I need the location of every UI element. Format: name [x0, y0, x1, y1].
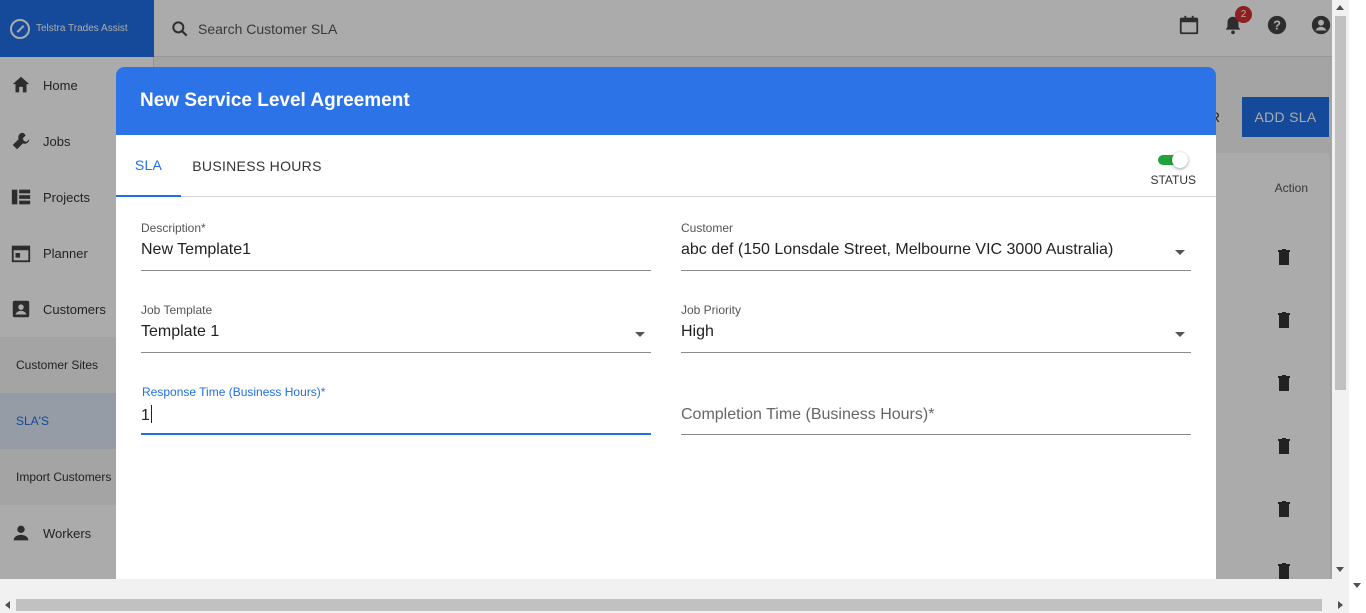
dialog-header: New Service Level Agreement	[116, 67, 1216, 135]
job-priority-select[interactable]: Job Priority High	[681, 303, 1191, 353]
app-root: Telstra Trades Assist Search Customer SL…	[0, 0, 1366, 613]
completion-time-field[interactable]: Completion Time (Business Hours)*	[681, 385, 1191, 435]
description-field[interactable]: Description* New Template1	[141, 221, 651, 271]
dropdown-arrow-icon[interactable]	[635, 332, 645, 337]
scroll-up-arrow-icon[interactable]	[1336, 5, 1344, 10]
completion-time-input[interactable]: Completion Time (Business Hours)*	[681, 406, 934, 424]
dropdown-arrow-icon[interactable]	[1175, 250, 1185, 255]
vertical-scroll-thumb[interactable]	[1335, 16, 1346, 390]
scroll-right-arrow-icon[interactable]	[1338, 601, 1343, 609]
page-scroll-down-arrow-icon[interactable]	[1353, 583, 1361, 588]
job-template-label: Job Template	[141, 303, 213, 317]
vertical-scrollbar[interactable]	[1332, 0, 1349, 599]
new-sla-dialog: New Service Level Agreement SLA BUSINESS…	[116, 67, 1216, 607]
status-toggle-thumb	[1172, 152, 1189, 168]
description-input[interactable]: New Template1	[141, 241, 251, 259]
description-label: Description*	[141, 221, 206, 235]
horizontal-scroll-thumb[interactable]	[16, 599, 1322, 611]
response-time-field[interactable]: Response Time (Business Hours)* 1	[141, 385, 651, 435]
response-time-value: 1	[141, 407, 150, 424]
dialog-title: New Service Level Agreement	[140, 90, 410, 111]
dialog-tabs: SLA BUSINESS HOURS STATUS	[116, 135, 1216, 197]
horizontal-scrollbar[interactable]	[0, 579, 1366, 613]
scroll-left-arrow-icon[interactable]	[5, 601, 10, 609]
job-template-value[interactable]: Template 1	[141, 323, 219, 341]
response-time-input[interactable]: 1	[141, 405, 152, 425]
status-toggle[interactable]	[1158, 152, 1189, 168]
customer-select[interactable]: Customer abc def (150 Lonsdale Street, M…	[681, 221, 1191, 271]
job-priority-value[interactable]: High	[681, 323, 714, 341]
text-cursor	[150, 405, 152, 423]
window-edge	[1349, 0, 1366, 613]
status-control: STATUS	[1150, 152, 1196, 187]
tab-sla[interactable]: SLA	[116, 135, 181, 197]
dropdown-arrow-icon[interactable]	[1175, 332, 1185, 337]
job-template-select[interactable]: Job Template Template 1	[141, 303, 651, 353]
customer-value[interactable]: abc def (150 Lonsdale Street, Melbourne …	[681, 241, 1113, 259]
status-label: STATUS	[1150, 173, 1196, 187]
tab-business-hours[interactable]: BUSINESS HOURS	[181, 135, 333, 197]
response-time-label: Response Time (Business Hours)*	[142, 385, 326, 399]
job-priority-label: Job Priority	[681, 303, 742, 317]
scroll-down-arrow-icon[interactable]	[1336, 567, 1344, 572]
customer-label: Customer	[681, 221, 734, 235]
